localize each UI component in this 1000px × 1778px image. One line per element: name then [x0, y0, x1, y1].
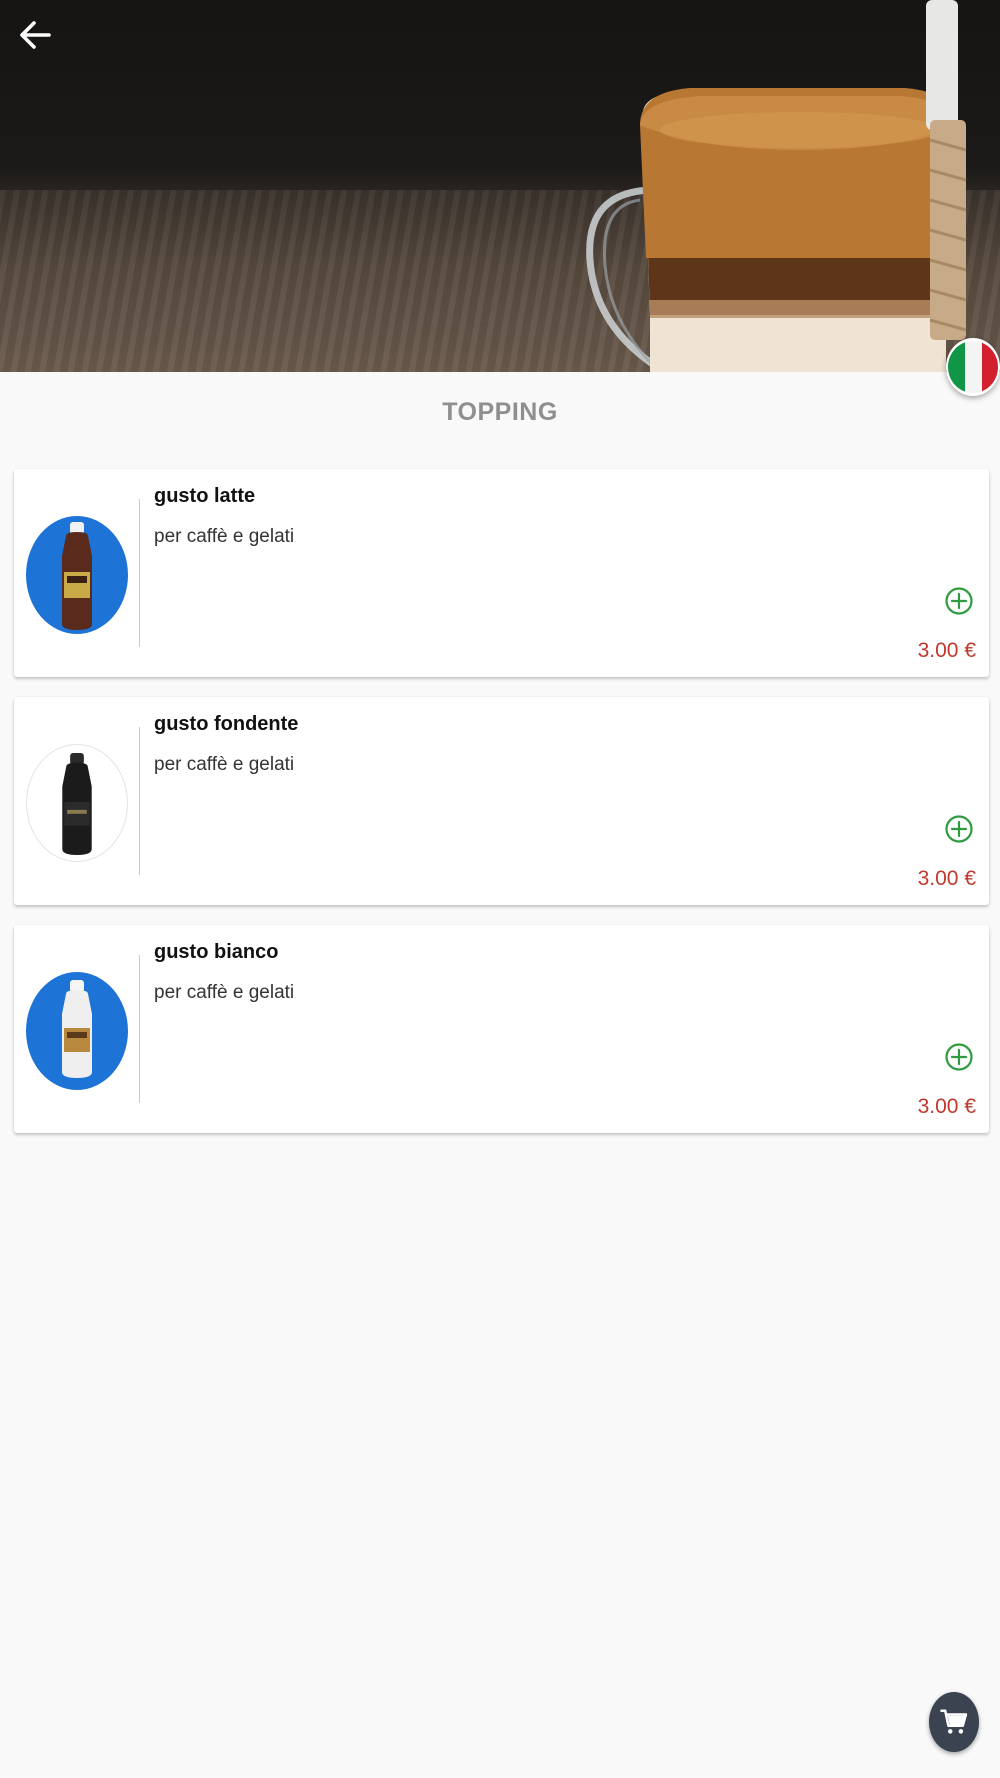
- arrow-left-icon: [20, 21, 51, 49]
- product-thumbnail: [26, 516, 128, 634]
- shopping-cart-icon: [940, 1709, 968, 1734]
- cart-button[interactable]: [929, 1692, 979, 1752]
- section-title: TOPPING: [442, 398, 558, 426]
- product-price: 3.00 €: [917, 1095, 976, 1118]
- card-divider: [139, 499, 140, 647]
- plus-circle-icon: [945, 815, 973, 843]
- product-card[interactable]: gusto fondente per caffè e gelati 3.00 €: [14, 697, 989, 905]
- plus-circle-icon: [945, 587, 973, 615]
- product-description: per caffè e gelati: [154, 526, 295, 547]
- sauce-bottle-icon: [62, 980, 92, 1078]
- product-price: 3.00 €: [917, 639, 976, 662]
- product-name: gusto fondente: [154, 713, 299, 735]
- plus-circle-icon: [945, 1043, 973, 1071]
- coffee-glass-illustration: [586, 0, 967, 372]
- product-price: 3.00 €: [917, 867, 976, 890]
- product-thumbnail: [26, 972, 128, 1090]
- add-to-cart-button[interactable]: [944, 1042, 974, 1072]
- product-description: per caffè e gelati: [154, 982, 295, 1003]
- italy-flag-icon: [948, 341, 998, 393]
- hero-image: [0, 0, 1000, 372]
- sauce-bottle-icon: [62, 522, 92, 630]
- product-thumbnail: [26, 744, 128, 862]
- product-card[interactable]: gusto latte per caffè e gelati 3.00 €: [14, 469, 989, 677]
- card-divider: [139, 727, 140, 875]
- card-divider: [139, 955, 140, 1103]
- product-name: gusto bianco: [154, 941, 279, 963]
- back-button[interactable]: [12, 12, 58, 58]
- add-to-cart-button[interactable]: [944, 586, 974, 616]
- add-to-cart-button[interactable]: [944, 814, 974, 844]
- sauce-bottle-icon: [62, 753, 92, 855]
- product-card[interactable]: gusto bianco per caffè e gelati 3.00 €: [14, 925, 989, 1133]
- language-flag-button[interactable]: [946, 338, 1000, 396]
- product-name: gusto latte: [154, 485, 256, 507]
- product-description: per caffè e gelati: [154, 754, 295, 775]
